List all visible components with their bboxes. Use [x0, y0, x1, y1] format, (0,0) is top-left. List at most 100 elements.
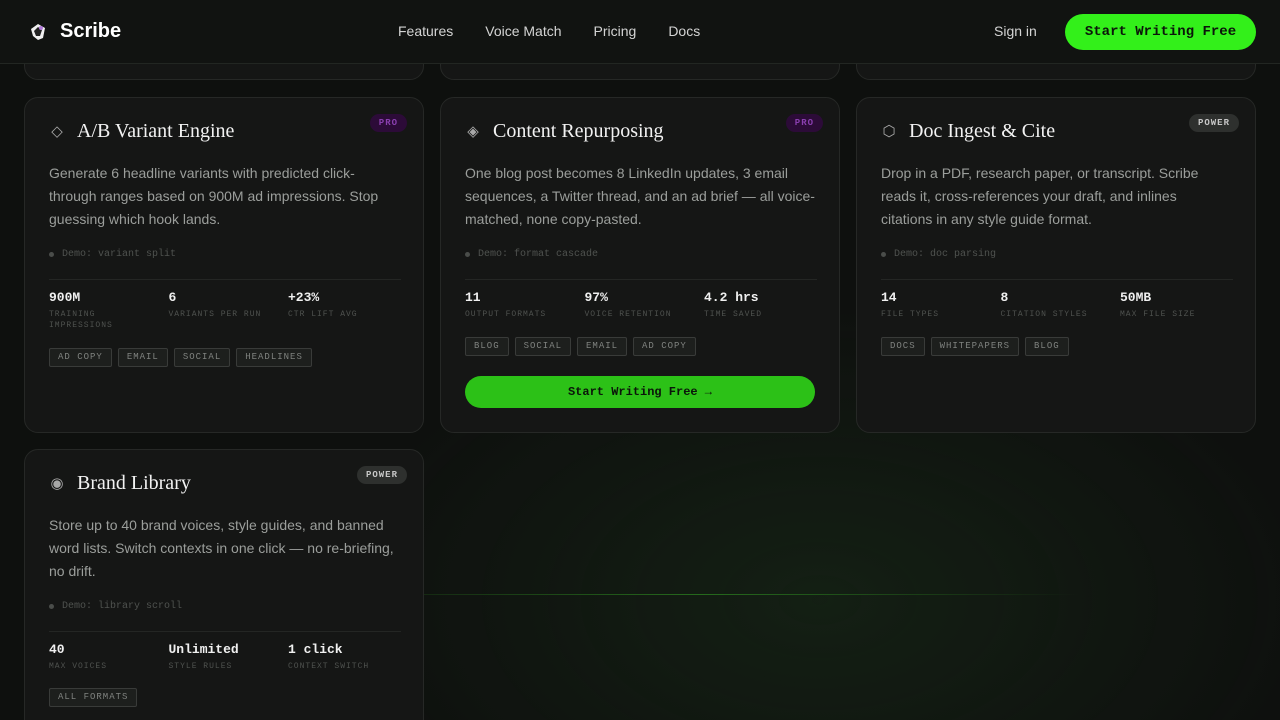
demo-indicator: Demo: library scroll — [49, 601, 182, 612]
stat-value: 8 — [1000, 290, 1009, 305]
stat-label: STYLE RULES — [168, 662, 233, 671]
demo-dot-icon — [49, 252, 54, 257]
stat: 97% VOICE RETENTION — [585, 290, 705, 320]
tag-list: AD COPY EMAIL SOCIAL HEADLINES — [49, 348, 312, 367]
card-description: One blog post becomes 8 LinkedIn updates… — [465, 165, 815, 227]
tag: BLOG — [1025, 337, 1069, 356]
tag: BLOG — [465, 337, 509, 356]
stat-label: FILE TYPES — [881, 310, 940, 319]
stat-value: 40 — [49, 642, 65, 657]
nav-link-voice-match[interactable]: Voice Match — [485, 23, 561, 39]
feature-card-doc-ingest-cite: ⬡ Doc Ingest & Cite POWER Drop in a PDF,… — [856, 97, 1256, 433]
divider — [465, 279, 817, 280]
tag: WHITEPAPERS — [930, 337, 1020, 356]
tag: AD COPY — [49, 348, 112, 367]
tag-list: ALL FORMATS — [49, 688, 138, 707]
stat-value: 97% — [584, 290, 608, 305]
demo-indicator: Demo: variant split — [49, 249, 176, 260]
demo-label: Demo: format cascade — [478, 249, 599, 260]
hexagon-icon: ⬡ — [882, 122, 896, 140]
pro-badge: PRO — [785, 114, 823, 132]
stat-label: CITATION STYLES — [1000, 310, 1088, 319]
background-glow-line — [320, 594, 1080, 595]
card-description: Drop in a PDF, research paper, or transc… — [881, 165, 1199, 227]
tag: AD COPY — [633, 337, 696, 356]
stat: 40 MAX VOICES — [49, 642, 169, 672]
stat-label: TIME SAVED — [704, 310, 763, 319]
stat-value: 14 — [881, 290, 897, 305]
tag: EMAIL — [117, 348, 168, 367]
stat: 6 VARIANTS PER RUN — [169, 290, 289, 331]
power-badge: POWER — [1188, 114, 1239, 132]
stats-row: 11 OUTPUT FORMATS 97% VOICE RETENTION 4.… — [465, 290, 825, 320]
stat-label: CTR LIFT AVG — [288, 310, 358, 319]
stat-label: MAX FILE SIZE — [1120, 310, 1196, 319]
tag: ALL FORMATS — [49, 688, 138, 707]
tag-list: DOCS WHITEPAPERS BLOG — [881, 337, 1069, 356]
stats-row: 900M TRAINING IMPRESSIONS 6 VARIANTS PER… — [49, 290, 409, 331]
sign-in-link[interactable]: Sign in — [994, 23, 1037, 39]
circle-dot-icon: ◉ — [50, 474, 64, 492]
card-title: Content Repurposing — [493, 120, 664, 142]
diamond-outline-icon: ◇ — [51, 122, 63, 140]
power-badge: POWER — [356, 466, 407, 484]
demo-label: Demo: variant split — [62, 249, 177, 260]
feature-card-brand-library: ◉ Brand Library POWER Store up to 40 bra… — [24, 449, 424, 720]
stat: 14 FILE TYPES — [881, 290, 1001, 320]
divider — [49, 279, 401, 280]
pro-badge: PRO — [369, 114, 407, 132]
demo-indicator: Demo: format cascade — [465, 249, 598, 260]
stat-label: MAX VOICES — [49, 662, 108, 671]
card-description: Generate 6 headline variants with predic… — [49, 165, 379, 227]
demo-indicator: Demo: doc parsing — [881, 249, 996, 260]
tag-list: BLOG SOCIAL EMAIL AD COPY — [465, 337, 696, 356]
stat-value: 900M — [49, 290, 81, 305]
stat: 50MB MAX FILE SIZE — [1120, 290, 1240, 320]
top-navbar: Scribe Features Voice Match Pricing Docs… — [0, 0, 1280, 64]
demo-label: Demo: library scroll — [62, 601, 183, 612]
divider — [881, 279, 1233, 280]
nav-link-pricing[interactable]: Pricing — [594, 23, 637, 39]
brand-logo[interactable]: Scribe — [28, 20, 121, 43]
card-title: A/B Variant Engine — [77, 120, 235, 142]
stat: Unlimited STYLE RULES — [169, 642, 289, 672]
nav-link-features[interactable]: Features — [398, 23, 453, 39]
stat-label: TRAINING IMPRESSIONS — [49, 310, 113, 330]
divider — [49, 631, 401, 632]
stats-row: 14 FILE TYPES 8 CITATION STYLES 50MB MAX… — [881, 290, 1241, 320]
demo-dot-icon — [49, 604, 54, 609]
stat-label: VARIANTS PER RUN — [168, 310, 262, 319]
nav-link-docs[interactable]: Docs — [668, 23, 700, 39]
stat-value: 6 — [168, 290, 177, 305]
nav-links: Features Voice Match Pricing Docs — [398, 23, 700, 39]
stat-label: OUTPUT FORMATS — [465, 310, 547, 319]
scribe-logo-icon — [31, 23, 45, 40]
stat: 1 click CONTEXT SWITCH — [288, 642, 408, 672]
tag: SOCIAL — [173, 348, 231, 367]
diamond-filled-icon: ◈ — [467, 122, 479, 140]
demo-dot-icon — [465, 252, 470, 257]
start-writing-free-card-button[interactable]: Start Writing Free → — [465, 376, 815, 408]
stat-value: 4.2 hrs — [704, 290, 759, 305]
tag: HEADLINES — [236, 348, 312, 367]
feature-card-content-repurposing: ◈ Content Repurposing PRO One blog post … — [440, 97, 840, 433]
stat-label: CONTEXT SWITCH — [288, 662, 370, 671]
feature-card-ab-variant-engine: ◇ A/B Variant Engine PRO Generate 6 head… — [24, 97, 424, 433]
stats-row: 40 MAX VOICES Unlimited STYLE RULES 1 cl… — [49, 642, 409, 672]
stat: 4.2 hrs TIME SAVED — [704, 290, 824, 320]
brand-name: Scribe — [60, 20, 122, 42]
tag: EMAIL — [577, 337, 628, 356]
stat: 11 OUTPUT FORMATS — [465, 290, 585, 320]
start-writing-free-button[interactable]: Start Writing Free — [1065, 14, 1256, 50]
stat-value: 1 click — [288, 642, 343, 657]
card-title: Brand Library — [77, 472, 191, 494]
stat-label: VOICE RETENTION — [584, 310, 672, 319]
stat-value: +23% — [288, 290, 320, 305]
stat-value: 11 — [465, 290, 481, 305]
stat: +23% CTR LIFT AVG — [288, 290, 408, 331]
stat: 900M TRAINING IMPRESSIONS — [49, 290, 169, 331]
tag: SOCIAL — [514, 337, 572, 356]
demo-label: Demo: doc parsing — [894, 249, 997, 260]
tag: DOCS — [881, 337, 925, 356]
stat-value: 50MB — [1120, 290, 1152, 305]
